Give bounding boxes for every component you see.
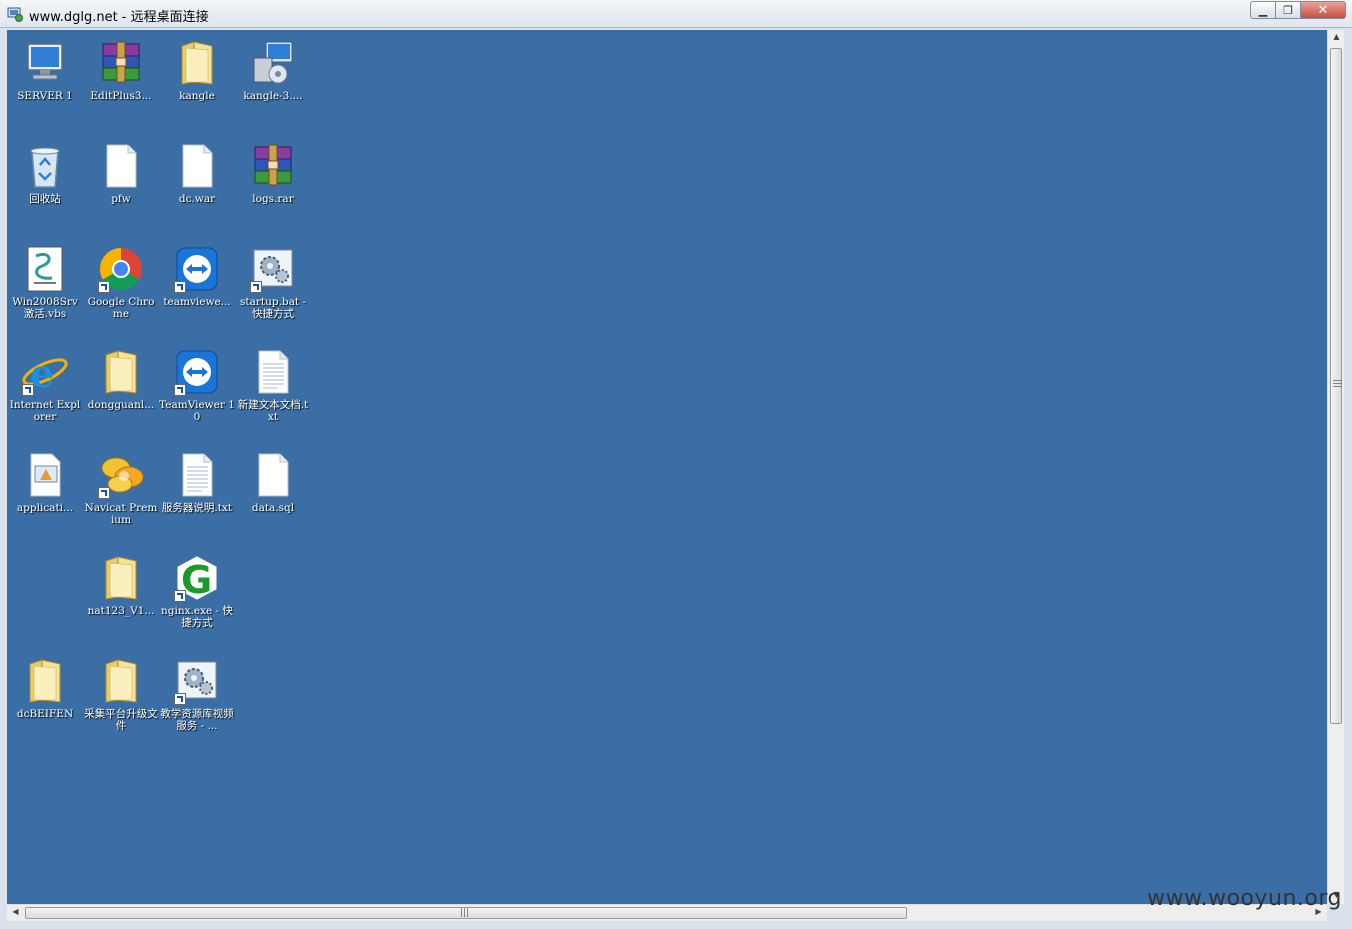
title-bar[interactable]: www.dglg.net - 远程桌面连接 ▁ ❐ ✕ — [0, 0, 1352, 28]
shortcut-arrow-icon — [98, 487, 110, 499]
desktop-icon-label: data.sql — [251, 502, 295, 514]
desktop-icon[interactable]: 采集平台升级文件 — [83, 656, 159, 732]
desktop-icon[interactable]: data.sql — [235, 450, 311, 514]
desktop-icon-label: logs.rar — [252, 193, 294, 205]
desktop-icon-label: SERVER 1 — [17, 90, 73, 102]
minimize-button[interactable]: ▁ — [1250, 1, 1276, 19]
window-title: www.dglg.net - 远程桌面连接 — [29, 10, 209, 25]
desktop-icon[interactable]: 教学资源库视频服务 - ... — [159, 656, 235, 732]
desktop-icon[interactable]: kangle — [159, 38, 235, 102]
shortcut-arrow-icon — [174, 693, 186, 705]
desktop-icon-label: 新建文本文档.txt — [237, 399, 309, 423]
desktop-icon[interactable]: Navicat Premium — [83, 450, 159, 526]
desktop-icon[interactable]: logs.rar — [235, 141, 311, 205]
desktop-icon-label: dc.war — [178, 193, 216, 205]
desktop-icon[interactable]: TeamViewer 10 — [159, 347, 235, 423]
winrar-archive-icon — [248, 141, 298, 191]
desktop-icon[interactable]: 服务器说明.txt — [159, 450, 235, 514]
desktop-icon-label: nginx.exe - 快捷方式 — [161, 605, 233, 629]
desktop-icon[interactable]: 回收站 — [7, 141, 83, 205]
desktop-icon[interactable]: e Internet Explorer — [7, 347, 83, 423]
desktop-icon-label: kangle-3.... — [243, 90, 303, 102]
recycle-bin-icon — [20, 141, 70, 191]
desktop-icon-label: Google Chrome — [87, 296, 155, 320]
vertical-scroll-thumb[interactable]: ||| — [1330, 48, 1342, 724]
desktop-icon[interactable]: Gnginx.exe - 快捷方式 — [159, 553, 235, 629]
desktop-icon[interactable]: startup.bat - 快捷方式 — [235, 244, 311, 320]
vertical-grip: ||| — [1332, 379, 1342, 389]
teamviewer-icon — [172, 347, 222, 397]
text-file-icon — [172, 450, 222, 500]
folder-icon — [96, 656, 146, 706]
teamviewer-icon — [172, 244, 222, 294]
desktop-icon-label: 采集平台升级文件 — [84, 708, 158, 732]
folder-icon — [96, 347, 146, 397]
watermark: www.wooyun.org — [1147, 886, 1342, 911]
desktop-icon-label: 回收站 — [29, 193, 61, 205]
computer-icon — [20, 38, 70, 88]
blank-file-icon — [96, 141, 146, 191]
blank-file-icon — [248, 450, 298, 500]
vertical-scrollbar[interactable]: ▲ ||| ▼ — [1327, 30, 1344, 904]
batch-gear-icon — [248, 244, 298, 294]
desktop-icon-label: startup.bat - 快捷方式 — [239, 296, 306, 320]
scroll-up-arrow[interactable]: ▲ — [1328, 32, 1345, 41]
desktop-icon-label: nat123_V1... — [87, 605, 155, 617]
desktop-icon-label: Navicat Premium — [84, 502, 158, 526]
internet-explorer-icon: e — [20, 347, 70, 397]
navicat-icon — [96, 450, 146, 500]
installer-icon — [248, 38, 298, 88]
horizontal-grip: ||| — [460, 908, 470, 918]
desktop-icon[interactable]: kangle-3.... — [235, 38, 311, 102]
chrome-icon — [96, 244, 146, 294]
desktop-icon-label: 服务器说明.txt — [161, 502, 233, 514]
desktop-icon[interactable]: applicati... — [7, 450, 83, 514]
folder-icon — [96, 553, 146, 603]
horizontal-scroll-thumb[interactable]: ||| — [25, 907, 907, 919]
desktop-icon[interactable]: nat123_V1... — [83, 553, 159, 617]
desktop-icon-label: Win2008Srv激活.vbs — [12, 296, 78, 320]
desktop-icon-label: dcBEIFEN — [16, 708, 74, 720]
desktop-icon-label: kangle — [179, 90, 215, 102]
desktop-icon-label: TeamViewer 10 — [159, 399, 235, 423]
shortcut-arrow-icon — [174, 281, 186, 293]
blank-file-icon — [172, 141, 222, 191]
shortcut-arrow-icon — [174, 384, 186, 396]
desktop-icon[interactable]: 新建文本文档.txt — [235, 347, 311, 423]
horizontal-scrollbar[interactable]: ◀ ||| ▶ — [7, 904, 1327, 921]
nginx-icon: G — [172, 553, 222, 603]
desktop-icon[interactable]: pfw — [83, 141, 159, 205]
close-button[interactable]: ✕ — [1300, 1, 1346, 19]
vbs-script-icon — [20, 244, 70, 294]
desktop-icon[interactable]: Win2008Srv激活.vbs — [7, 244, 83, 320]
desktop-icon[interactable]: dc.war — [159, 141, 235, 205]
desktop-icon-label: dongguanl... — [87, 399, 155, 411]
desktop-icon-label: pfw — [111, 193, 131, 205]
remote-desktop-area[interactable]: SERVER 1 EditPlus3... kangle kangle-3.... 回收… — [7, 30, 1327, 904]
shortcut-arrow-icon — [174, 590, 186, 602]
desktop-icon[interactable]: teamviewe... — [159, 244, 235, 308]
shortcut-arrow-icon — [98, 281, 110, 293]
desktop-icon[interactable]: dcBEIFEN — [7, 656, 83, 720]
desktop-icon-label: Internet Explorer — [9, 399, 81, 423]
remote-desktop-icon — [7, 6, 23, 22]
desktop-icon-label: applicati... — [16, 502, 74, 514]
batch-gear-icon — [172, 656, 222, 706]
desktop-icon[interactable]: SERVER 1 — [7, 38, 83, 102]
scroll-left-arrow[interactable]: ◀ — [7, 907, 24, 916]
desktop-icon[interactable]: EditPlus3... — [83, 38, 159, 102]
winrar-archive-icon — [96, 38, 146, 88]
desktop-icon[interactable]: Google Chrome — [83, 244, 159, 320]
desktop-icon-label: 教学资源库视频服务 - ... — [160, 708, 234, 732]
desktop-icon-label: teamviewe... — [163, 296, 231, 308]
desktop-icon-label: EditPlus3... — [90, 90, 152, 102]
restore-button[interactable]: ❐ — [1275, 1, 1301, 19]
shortcut-arrow-icon — [22, 384, 34, 396]
folder-icon — [20, 656, 70, 706]
text-file-icon — [248, 347, 298, 397]
shortcut-arrow-icon — [250, 281, 262, 293]
desktop-icon[interactable]: dongguanl... — [83, 347, 159, 411]
application-file-icon — [20, 450, 70, 500]
folder-icon — [172, 38, 222, 88]
